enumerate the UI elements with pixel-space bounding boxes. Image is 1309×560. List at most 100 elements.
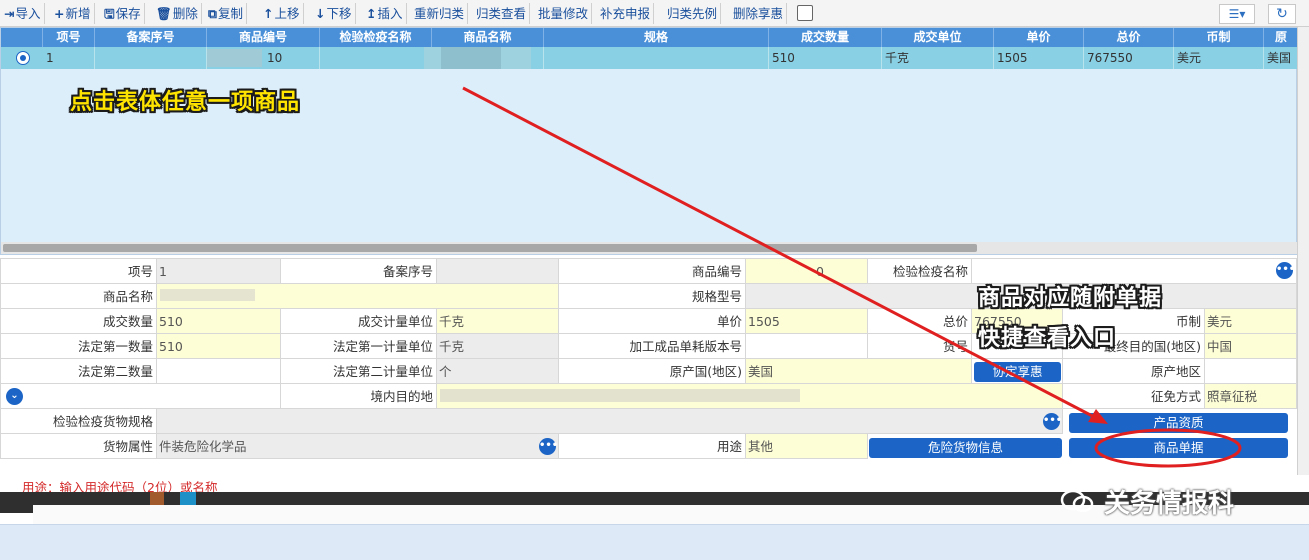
consume-ver-field[interactable]	[745, 333, 868, 359]
watermark-text: 关务情报科	[1104, 489, 1235, 519]
goods-code-label: 商品编号	[558, 258, 746, 284]
reclassify-button[interactable]: 重新归类	[414, 3, 469, 24]
header-goods-name[interactable]: 商品名称	[432, 28, 544, 47]
docs-annotation-line2: 快捷查看入口	[978, 326, 1117, 351]
lower-panel	[0, 524, 1309, 560]
save-label: 保存	[115, 6, 141, 21]
expand-chevron-icon[interactable]: ⌄	[6, 388, 23, 405]
import-label: 导入	[15, 6, 41, 21]
origin-region-label: 原产地区	[1062, 358, 1205, 384]
goods-documents-button[interactable]: 商品单据	[1069, 438, 1288, 458]
table-row[interactable]: 1 10 510 千克 1505 767550 美元 美国	[1, 47, 1298, 69]
arrow-down-icon: ↓	[315, 6, 326, 21]
qty-field[interactable]: 510	[156, 308, 281, 334]
insert-icon: ↥	[366, 6, 377, 21]
supplement-button[interactable]: 补充申报	[600, 3, 655, 24]
docs-annotation-line1: 商品对应随附单据	[978, 286, 1163, 311]
delete-button[interactable]: 🗑删除	[156, 3, 202, 24]
header-ciq-name[interactable]: 检验检疫名称	[320, 28, 432, 47]
cell-qty: 510	[769, 47, 882, 69]
price-field[interactable]: 1505	[745, 308, 868, 334]
header-spec[interactable]: 规格	[544, 28, 769, 47]
add-button[interactable]: +新增	[54, 3, 95, 24]
supplement-label: 补充申报	[600, 6, 651, 21]
header-currency[interactable]: 币制	[1174, 28, 1264, 47]
classify-view-button[interactable]: 归类查看	[476, 3, 531, 24]
qty-label: 成交数量	[0, 308, 157, 334]
header-origin[interactable]: 原	[1264, 28, 1298, 47]
goods-no-label: 货号	[867, 333, 972, 359]
save-icon: 🖫	[104, 6, 115, 21]
wechat-icon	[1060, 489, 1094, 513]
legal-unit2-field[interactable]: 个	[436, 358, 559, 384]
goods-name-label: 商品名称	[0, 283, 157, 309]
row-radio[interactable]	[16, 51, 30, 65]
save-button[interactable]: 🖫保存	[104, 3, 145, 24]
ciq-spec-label: 检验检疫货物规格	[0, 408, 157, 434]
expand-cell	[0, 383, 281, 409]
item-no-field[interactable]: 1	[156, 258, 281, 284]
origin-country-field[interactable]: 美国	[745, 358, 972, 384]
qty-unit-field[interactable]: 千克	[436, 308, 559, 334]
goods-code-field[interactable]: 0	[745, 258, 868, 284]
insert-button[interactable]: ↥插入	[366, 3, 407, 24]
legal-unit1-field[interactable]: 千克	[436, 333, 559, 359]
goods-attr-field[interactable]: 件装危险化学品	[156, 433, 559, 459]
right-edge-strip	[1297, 27, 1309, 475]
move-up-button[interactable]: ↑上移	[263, 3, 304, 24]
header-price[interactable]: 单价	[994, 28, 1084, 47]
scrollbar-thumb[interactable]	[3, 244, 977, 252]
legal-qty2-label: 法定第二数量	[0, 358, 157, 384]
legal-unit1-label: 法定第一计量单位	[280, 333, 437, 359]
legal-unit2-label: 法定第二计量单位	[280, 358, 437, 384]
final-dest-field[interactable]: 中国	[1204, 333, 1297, 359]
header-unit[interactable]: 成交单位	[882, 28, 994, 47]
total-label: 总价	[867, 308, 972, 334]
item-no-label: 项号	[0, 258, 157, 284]
record-no-label: 备案序号	[280, 258, 437, 284]
header-goods-code[interactable]: 商品编号	[207, 28, 320, 47]
move-down-button[interactable]: ↓下移	[315, 3, 356, 24]
classify-precedent-button[interactable]: 归类先例	[667, 3, 722, 24]
qty-unit-label: 成交计量单位	[280, 308, 437, 334]
delete-benefit-button[interactable]: 删除享惠	[733, 3, 788, 24]
delete-label: 删除	[172, 6, 198, 21]
usage-label: 用途	[558, 433, 746, 459]
goods-attr-more-icon[interactable]: •••	[539, 438, 558, 455]
redacted-goods-name-field	[160, 289, 255, 301]
ciq-spec-more-icon[interactable]: •••	[1043, 413, 1062, 430]
origin-country-label: 原产国(地区)	[558, 358, 746, 384]
classify-view-label: 归类查看	[476, 6, 527, 21]
refresh-icon[interactable]: ↻	[1268, 4, 1296, 24]
toolbar-checkbox[interactable]	[797, 5, 813, 21]
product-qualification-button[interactable]: 产品资质	[1069, 413, 1288, 433]
header-total[interactable]: 总价	[1084, 28, 1174, 47]
copy-label: 复制	[217, 6, 243, 21]
dangerous-goods-button[interactable]: 危险货物信息	[869, 438, 1062, 458]
header-index[interactable]: 项号	[43, 28, 95, 47]
cell-total: 767550	[1084, 47, 1174, 69]
tax-mode-label: 征免方式	[1062, 383, 1205, 409]
cell-spec	[544, 47, 769, 69]
origin-region-field[interactable]	[1204, 358, 1297, 384]
currency-field[interactable]: 美元	[1204, 308, 1297, 334]
batch-edit-button[interactable]: 批量修改	[538, 3, 593, 24]
plus-icon: +	[54, 6, 65, 21]
horizontal-scrollbar[interactable]	[1, 242, 1298, 254]
ciq-spec-field[interactable]	[156, 408, 1063, 434]
import-button[interactable]: ⇥导入	[4, 3, 45, 24]
list-menu-icon[interactable]: ☰▾	[1219, 4, 1255, 24]
legal-qty2-field[interactable]	[156, 358, 281, 384]
more-icon[interactable]: •••	[1276, 262, 1295, 279]
legal-qty1-field[interactable]: 510	[156, 333, 281, 359]
header-qty[interactable]: 成交数量	[769, 28, 882, 47]
price-label: 单价	[558, 308, 746, 334]
add-label: 新增	[65, 6, 91, 21]
arrow-up-icon: ↑	[263, 6, 274, 21]
usage-field[interactable]: 其他	[745, 433, 868, 459]
agreement-benefit-button[interactable]: 协定享惠	[974, 362, 1061, 382]
header-record-no[interactable]: 备案序号	[95, 28, 207, 47]
tax-mode-field[interactable]: 照章征税	[1204, 383, 1297, 409]
copy-button[interactable]: ⧉复制	[208, 3, 247, 24]
record-no-field[interactable]	[436, 258, 559, 284]
